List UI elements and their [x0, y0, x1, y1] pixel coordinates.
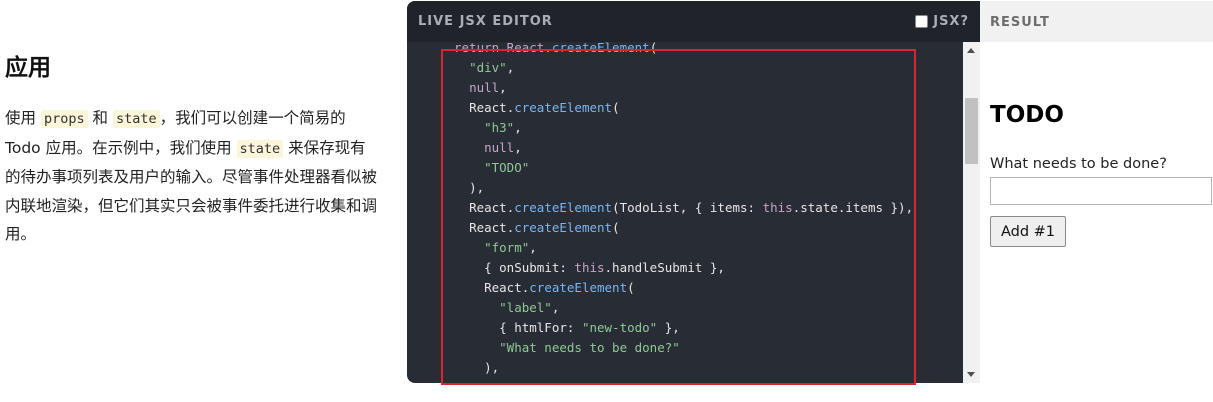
- code-token: "form": [484, 240, 530, 255]
- intro-section: 应用 使用 props 和 state ，我们可以创建一个简易的 Todo 应用。…: [5, 48, 377, 249]
- code-token: ),: [469, 180, 485, 195]
- code-editor-area[interactable]: return React.createElement( "div", null,…: [407, 42, 963, 383]
- code-token: createElement: [514, 220, 613, 235]
- code-token: (: [612, 100, 620, 115]
- add-todo-button[interactable]: Add #1: [990, 216, 1066, 247]
- code-token: React.: [469, 100, 515, 115]
- code-token: React.: [469, 200, 515, 215]
- intro-text: 和: [87, 109, 113, 127]
- editor-header: LIVE JSX EDITOR JSX?: [407, 1, 980, 42]
- code-state: state: [236, 139, 284, 158]
- code-token: "new-todo": [581, 320, 658, 335]
- code-token: (: [649, 42, 658, 55]
- code-content[interactable]: return React.createElement( "div", null,…: [454, 42, 913, 378]
- code-token: return React.: [454, 42, 552, 55]
- intro-paragraph: 使用 props 和 state ，我们可以创建一个简易的 Todo 应用。在示例…: [5, 104, 377, 249]
- code-token: "h3": [484, 120, 515, 135]
- code-token: },: [657, 320, 680, 335]
- code-token: (: [627, 280, 635, 295]
- new-todo-input[interactable]: [990, 177, 1212, 205]
- jsx-toggle[interactable]: JSX?: [915, 14, 969, 29]
- code-token: createElement: [529, 280, 628, 295]
- code-token: ),: [484, 360, 500, 375]
- code-token: createElement: [514, 100, 613, 115]
- code-token: ,: [529, 240, 537, 255]
- code-token: .handleSubmit },: [604, 260, 725, 275]
- jsx-checkbox[interactable]: [915, 15, 929, 28]
- code-token: React.: [484, 280, 530, 295]
- editor-title: LIVE JSX EDITOR: [418, 14, 553, 29]
- code-token: this: [762, 200, 793, 215]
- result-title: RESULT: [990, 15, 1050, 30]
- code-token: ,: [514, 140, 522, 155]
- code-token: null: [469, 80, 500, 95]
- scroll-up-arrow-icon[interactable]: [967, 48, 975, 53]
- result-panel: TODO What needs to be done? Add #1: [980, 42, 1213, 383]
- code-state: state: [112, 110, 160, 128]
- code-token: createElement: [514, 200, 613, 215]
- code-token: (: [612, 220, 620, 235]
- jsx-toggle-label: JSX?: [933, 14, 969, 29]
- code-token: (TodoList, { items:: [612, 200, 763, 215]
- code-token: "div": [469, 60, 507, 75]
- code-token: null: [484, 140, 515, 155]
- code-token: "label": [499, 300, 552, 315]
- code-token: { htmlFor:: [499, 320, 582, 335]
- code-token: .state.items }),: [792, 200, 914, 215]
- code-token: ,: [499, 80, 507, 95]
- code-token: ,: [506, 60, 515, 75]
- todo-heading: TODO: [990, 102, 1064, 128]
- editor-scrollbar[interactable]: [963, 42, 980, 383]
- code-token: ,: [551, 300, 560, 315]
- code-token: { onSubmit:: [484, 260, 575, 275]
- code-token: createElement: [551, 42, 650, 55]
- code-token: React.: [469, 220, 515, 235]
- scroll-down-arrow-icon[interactable]: [967, 372, 975, 377]
- code-props: props: [40, 110, 88, 128]
- code-token: ,: [514, 120, 522, 135]
- code-token: "TODO": [484, 160, 530, 175]
- todo-input-label: What needs to be done?: [990, 156, 1167, 172]
- live-jsx-editor: LIVE JSX EDITOR JSX? return React.create…: [407, 1, 980, 383]
- result-header: RESULT: [980, 1, 1213, 42]
- code-token: this: [574, 260, 605, 275]
- scroll-thumb[interactable]: [965, 98, 978, 164]
- section-heading: 应用: [5, 55, 51, 81]
- intro-text: 使用: [5, 109, 41, 127]
- code-token: "What needs to be done?": [499, 340, 680, 355]
